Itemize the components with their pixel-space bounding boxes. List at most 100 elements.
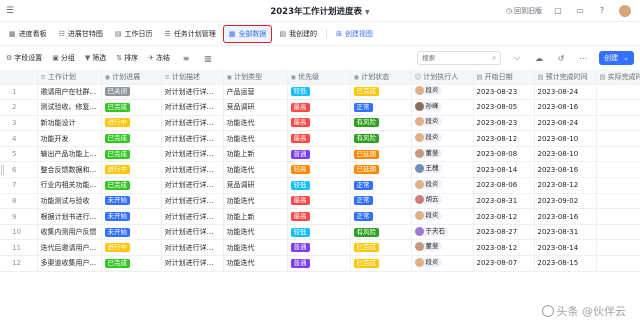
cell-progress[interactable]: 已关闭 [101, 84, 162, 101]
column-header[interactable]: ▤ 实际完成时 [596, 70, 640, 85]
cell-plan[interactable]: 迭代后邀请用户... [37, 239, 102, 257]
cell-owner[interactable]: 董斐 [411, 239, 474, 257]
cell-plan[interactable]: 输出产品功能上... [37, 146, 102, 163]
search-field[interactable] [422, 54, 483, 62]
cell-desc[interactable]: 对计划进行详细... [161, 84, 224, 101]
cell-owner[interactable]: 段炎 [411, 115, 474, 132]
cell-actual[interactable] [596, 208, 640, 225]
cell-type[interactable]: 竞品调研 [223, 177, 288, 194]
cell-progress[interactable]: 未开始 [101, 193, 162, 210]
cell-owner[interactable]: 段炎 [411, 208, 474, 225]
row-height-icon[interactable]: ≡ [180, 54, 192, 63]
table-row[interactable]: 5 输出产品功能上... 已完成 对计划进行详细... 功能上新 普通 已延期 董斐 2023-… [0, 146, 640, 163]
cell-start[interactable]: 2023-08-05 [473, 99, 535, 116]
cell-status[interactable]: 已完成 [350, 255, 412, 272]
table-row[interactable]: 9 根据计划书进行... 未开始 对计划进行详细... 功能上新 最高 正常 段炎 2023-0… [0, 208, 640, 225]
cell-status[interactable]: 已完成 [350, 84, 412, 101]
cell-idx[interactable]: 1 [0, 84, 38, 101]
cell-plan[interactable]: 测试验收、修复... [37, 99, 102, 116]
cell-desc[interactable]: 对计划进行详细... [161, 146, 224, 163]
column-header[interactable]: ◉ 优先级 [287, 70, 351, 85]
cell-type[interactable]: 功能迭代 [223, 255, 288, 272]
cell-idx[interactable]: 12 [0, 255, 38, 272]
cell-priority[interactable]: 较低 [287, 224, 351, 241]
cell-due[interactable]: 2023-08-31 [534, 224, 597, 241]
cell-desc[interactable]: 对计划进行详细... [161, 193, 224, 210]
cell-progress[interactable]: 已完成 [101, 255, 162, 272]
cell-status[interactable]: 正常 [350, 177, 412, 194]
table-row[interactable]: 7 行业内相关功能... 已完成 对计划进行详细... 竞品调研 较低 正常 段炎 2023-0… [0, 177, 640, 194]
search-input[interactable]: ⌕ [417, 51, 502, 65]
cell-start[interactable]: 2023-08-23 [473, 115, 535, 132]
cell-start[interactable]: 2023-08-08 [473, 146, 535, 163]
cell-priority[interactable]: 较高 [287, 161, 351, 179]
cell-actual[interactable] [596, 115, 640, 132]
table-row[interactable]: 11 迭代后邀请用户... 进行中 对计划进行详细... 功能迭代 普通 已完成 董斐 2023… [0, 239, 640, 257]
cell-priority[interactable]: 最高 [287, 115, 351, 132]
cell-status[interactable]: 有风险 [350, 224, 412, 241]
cell-owner[interactable]: 段炎 [411, 130, 474, 147]
cell-start[interactable]: 2023-08-23 [473, 84, 535, 101]
create-view-button[interactable]: ⊞ 创建视图 [331, 26, 378, 42]
cell-progress[interactable]: 已完成 [101, 146, 162, 163]
cell-plan[interactable]: 功能开发 [37, 130, 102, 147]
cell-actual[interactable] [596, 146, 640, 163]
cell-actual[interactable] [596, 99, 640, 116]
freeze-button[interactable]: ✈ 冻结 [148, 53, 170, 63]
cell-actual[interactable] [596, 193, 640, 210]
cell-progress[interactable]: 未开始 [101, 208, 162, 225]
cell-status[interactable]: 已延期 [350, 161, 412, 179]
cell-due[interactable]: 2023-08-14 [534, 239, 597, 257]
cell-actual[interactable] [596, 239, 640, 257]
cell-type[interactable]: 功能迭代 [223, 161, 288, 179]
cell-owner[interactable]: 于天石 [411, 224, 474, 241]
cell-priority[interactable]: 较低 [287, 177, 351, 194]
avatar[interactable] [618, 3, 632, 18]
cell-idx[interactable]: 5 [0, 146, 38, 163]
cell-due[interactable]: 2023-08-10 [534, 130, 597, 147]
cell-idx[interactable]: 10 [0, 224, 38, 241]
cell-actual[interactable] [596, 84, 640, 101]
cell-plan[interactable]: 整合反馈数据和... [37, 161, 102, 179]
cell-actual[interactable] [596, 177, 640, 194]
tab-calendar[interactable]: ▤ 工作日历 [110, 26, 158, 42]
cell-actual[interactable] [596, 224, 640, 241]
filter-button[interactable]: ▼ 筛选 [85, 53, 106, 63]
cell-status[interactable]: 已完成 [350, 239, 412, 257]
cell-idx[interactable]: 6 [0, 161, 38, 179]
cell-idx[interactable]: 8 [0, 193, 38, 210]
cell-due[interactable]: 2023-08-10 [534, 146, 597, 163]
cell-priority[interactable]: 普通 [287, 146, 351, 163]
cell-owner[interactable]: 董斐 [411, 146, 474, 163]
table-row[interactable]: 3 新功能设计 进行中 对计划进行详细... 功能迭代 最高 有风险 段炎 2023-08-23… [0, 115, 640, 132]
cell-desc[interactable]: 对计划进行详细... [161, 177, 224, 194]
cell-status[interactable]: 已延期 [350, 146, 412, 163]
create-button[interactable]: 创建 ⌄ [599, 51, 634, 65]
cell-status[interactable]: 正常 [350, 193, 412, 210]
sidebar-toggle-icon[interactable]: ☰ [0, 6, 20, 16]
cell-progress[interactable]: 进行中 [101, 115, 162, 132]
cell-due[interactable]: 2023-08-15 [534, 255, 597, 272]
cell-priority[interactable]: 最高 [287, 208, 351, 225]
table-row[interactable]: 10 收集内测用户反馈 未开始 对计划进行详细... 功能迭代 较低 有风险 于天石 2023-… [0, 224, 640, 241]
table-row[interactable]: 12 多渠道收集用户... 已完成 对计划进行详细... 功能迭代 普通 已完成 段炎 2023… [0, 255, 640, 272]
tab-task-management[interactable]: ☰ 任务计划管理 [160, 26, 221, 42]
cell-start[interactable]: 2023-08-12 [473, 208, 535, 225]
cell-actual[interactable] [596, 161, 640, 179]
cell-type[interactable]: 产品运营 [223, 84, 288, 101]
cell-type[interactable]: 功能迭代 [223, 130, 288, 147]
cell-status[interactable]: 有风险 [350, 115, 412, 132]
cell-type[interactable]: 功能上新 [223, 208, 288, 225]
help-icon[interactable]: ? [596, 5, 608, 17]
cell-progress[interactable]: 未开始 [101, 224, 162, 241]
cell-desc[interactable]: 对计划进行详细... [161, 224, 224, 241]
cell-idx[interactable]: 7 [0, 177, 38, 194]
cell-idx[interactable]: 11 [0, 239, 38, 257]
cell-actual[interactable] [596, 130, 640, 147]
cell-priority[interactable]: 最高 [287, 193, 351, 210]
cell-due[interactable]: 2023-08-24 [534, 84, 597, 101]
cell-owner[interactable]: 王槐 [411, 161, 474, 179]
field-settings-button[interactable]: ⚙ 字段设置 [6, 53, 42, 63]
sort-button[interactable]: ⇅ 排序 [116, 53, 138, 63]
cell-plan[interactable]: 行业内相关功能... [37, 177, 102, 194]
